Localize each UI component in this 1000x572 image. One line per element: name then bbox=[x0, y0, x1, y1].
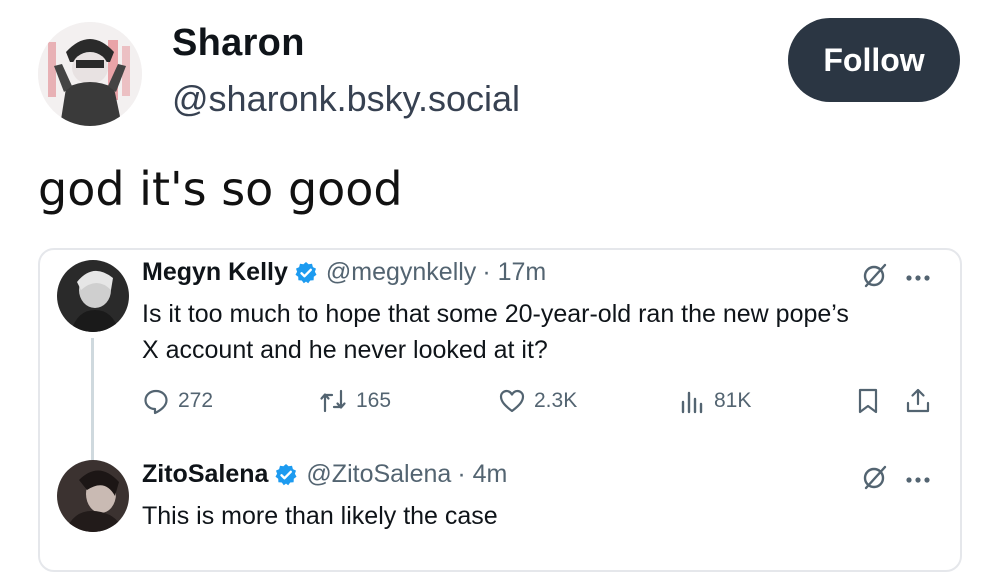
view-count: 81K bbox=[714, 389, 752, 412]
repost-action[interactable]: 165 bbox=[318, 387, 391, 415]
avatar-illustration bbox=[38, 22, 142, 126]
heart-icon bbox=[499, 389, 525, 413]
views-chart-icon bbox=[681, 391, 703, 414]
verified-badge-icon bbox=[274, 463, 298, 487]
follow-button[interactable]: Follow bbox=[788, 18, 960, 102]
reply-action[interactable]: 272 bbox=[142, 387, 213, 415]
share-action[interactable] bbox=[904, 387, 940, 415]
megyn-kelly-avatar[interactable] bbox=[57, 260, 129, 332]
profile-handle[interactable]: @sharonk.bsky.social bbox=[172, 78, 520, 120]
views-action[interactable]: 81K bbox=[678, 387, 751, 415]
tweet-text: Is it too much to hope that some 20-year… bbox=[142, 296, 942, 368]
repost-icon bbox=[320, 389, 346, 413]
tweet-top-actions bbox=[862, 262, 930, 293]
tweet-text-line-2: X account and he never looked at it? bbox=[142, 336, 548, 364]
tweet-author-name[interactable]: Megyn Kelly bbox=[142, 258, 288, 287]
tweet-timestamp[interactable]: · 17m bbox=[482, 258, 546, 287]
avatar-photo bbox=[57, 460, 129, 532]
more-options-icon[interactable] bbox=[906, 471, 930, 489]
profile-display-name[interactable]: Sharon bbox=[172, 22, 305, 65]
reply-author-name[interactable]: ZitoSalena bbox=[142, 460, 268, 489]
post-text: god it's so good bbox=[38, 162, 403, 216]
like-action[interactable]: 2.3K bbox=[498, 387, 577, 415]
profile-avatar[interactable] bbox=[38, 22, 142, 126]
bookmark-action[interactable] bbox=[856, 387, 888, 415]
reply-tweet-header: ZitoSalena @ZitoSalena · 4m bbox=[142, 460, 507, 489]
reply-author-handle[interactable]: @ZitoSalena bbox=[306, 460, 451, 489]
tweet-text-line-1: Is it too much to hope that some 20-year… bbox=[142, 300, 849, 328]
reply-count: 272 bbox=[178, 389, 214, 412]
reply-timestamp[interactable]: · 4m bbox=[457, 460, 507, 489]
repost-count: 165 bbox=[356, 389, 392, 412]
reply-top-actions bbox=[862, 464, 930, 495]
like-count: 2.3K bbox=[534, 389, 578, 412]
verified-badge-icon bbox=[294, 261, 318, 285]
tweet-header: Megyn Kelly @megynkelly · 17m bbox=[142, 258, 546, 287]
grok-icon[interactable] bbox=[862, 464, 888, 495]
share-icon bbox=[906, 388, 930, 413]
tweet-author-handle[interactable]: @megynkelly bbox=[326, 258, 476, 287]
reply-icon bbox=[144, 389, 168, 415]
reply-tweet-text: This is more than likely the case bbox=[142, 502, 498, 530]
bookmark-icon bbox=[858, 388, 878, 414]
thread-connector-line bbox=[91, 338, 94, 460]
zitosalena-avatar[interactable] bbox=[57, 460, 129, 532]
grok-icon[interactable] bbox=[862, 262, 888, 293]
more-options-icon[interactable] bbox=[906, 269, 930, 287]
avatar-photo bbox=[57, 260, 129, 332]
